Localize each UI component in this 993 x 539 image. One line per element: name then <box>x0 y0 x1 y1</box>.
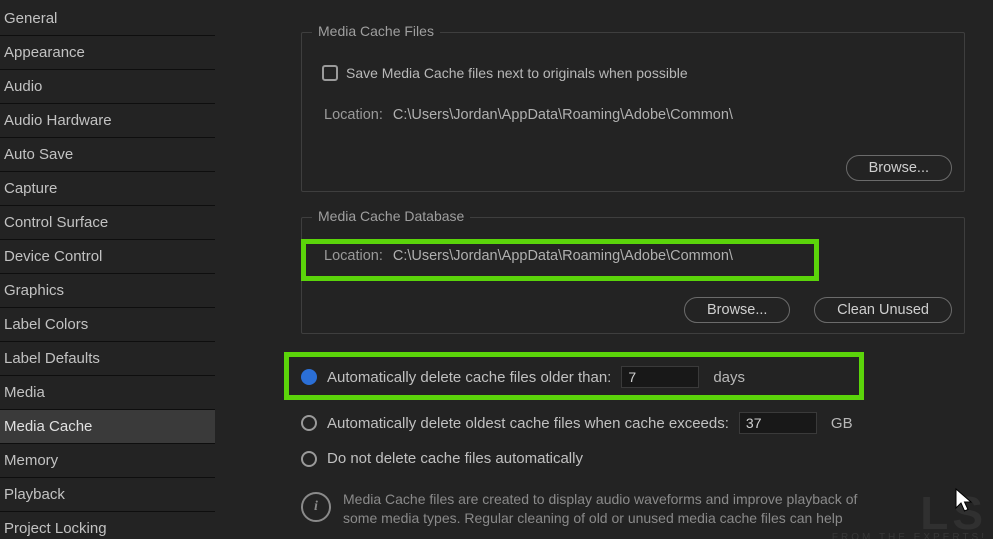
preferences-sidebar: GeneralAppearanceAudioAudio HardwareAuto… <box>0 0 215 539</box>
exceeds-gb-input[interactable] <box>739 412 817 434</box>
radio-unselected-icon[interactable] <box>301 451 317 467</box>
sidebar-item-appearance[interactable]: Appearance <box>0 36 215 69</box>
older-than-days-input[interactable] <box>621 366 699 388</box>
sidebar-item-label-defaults[interactable]: Label Defaults <box>0 342 215 375</box>
sidebar-item-playback[interactable]: Playback <box>0 478 215 511</box>
auto-delete-exceeds-label: Automatically delete oldest cache files … <box>327 415 729 432</box>
do-not-delete-row[interactable]: Do not delete cache files automatically <box>301 450 583 467</box>
radio-unselected-icon[interactable] <box>301 415 317 431</box>
sidebar-item-memory[interactable]: Memory <box>0 444 215 477</box>
sidebar-item-general[interactable]: General <box>0 2 215 35</box>
browse-media-cache-db-button[interactable]: Browse... <box>684 297 790 323</box>
sidebar-item-device-control[interactable]: Device Control <box>0 240 215 273</box>
cursor-icon <box>955 488 973 514</box>
clean-unused-button[interactable]: Clean Unused <box>814 297 952 323</box>
exceeds-unit: GB <box>831 415 853 432</box>
info-line: some media types. Regular cleaning of ol… <box>343 510 843 526</box>
info-icon: i <box>301 492 331 522</box>
sidebar-item-control-surface[interactable]: Control Surface <box>0 206 215 239</box>
info-text: Media Cache files are created to display… <box>343 490 857 528</box>
info-line: Media Cache files are created to display… <box>343 491 857 507</box>
auto-delete-exceeds-row[interactable]: Automatically delete oldest cache files … <box>301 412 853 434</box>
sidebar-item-graphics[interactable]: Graphics <box>0 274 215 307</box>
sidebar-item-audio-hardware[interactable]: Audio Hardware <box>0 104 215 137</box>
media-cache-db-location-row: Location: C:\Users\Jordan\AppData\Roamin… <box>324 248 733 264</box>
sidebar-item-media-cache[interactable]: Media Cache <box>0 410 215 443</box>
location-label: Location: <box>324 248 383 264</box>
media-cache-database-title: Media Cache Database <box>312 208 470 224</box>
sidebar-item-project-locking[interactable]: Project Locking <box>0 512 215 539</box>
older-than-unit: days <box>713 369 745 386</box>
media-cache-db-location-path: C:\Users\Jordan\AppData\Roaming\Adobe\Co… <box>393 248 733 264</box>
browse-media-cache-files-button[interactable]: Browse... <box>846 155 952 181</box>
media-cache-database-group: Media Cache Database Location: C:\Users\… <box>301 217 965 334</box>
do-not-delete-label: Do not delete cache files automatically <box>327 450 583 467</box>
location-label: Location: <box>324 107 383 123</box>
media-cache-files-location-row: Location: C:\Users\Jordan\AppData\Roamin… <box>324 107 733 123</box>
save-next-to-originals-row[interactable]: Save Media Cache files next to originals… <box>322 65 688 81</box>
sidebar-item-auto-save[interactable]: Auto Save <box>0 138 215 171</box>
auto-delete-older-than-label: Automatically delete cache files older t… <box>327 369 611 386</box>
auto-delete-older-than-row[interactable]: Automatically delete cache files older t… <box>301 366 745 388</box>
sidebar-item-label-colors[interactable]: Label Colors <box>0 308 215 341</box>
media-cache-files-location-path: C:\Users\Jordan\AppData\Roaming\Adobe\Co… <box>393 107 733 123</box>
save-next-to-originals-label: Save Media Cache files next to originals… <box>346 65 688 81</box>
sidebar-item-media[interactable]: Media <box>0 376 215 409</box>
preferences-panel-media-cache: Media Cache Files Save Media Cache files… <box>215 0 993 539</box>
sidebar-item-capture[interactable]: Capture <box>0 172 215 205</box>
info-row: i Media Cache files are created to displ… <box>301 490 857 528</box>
sidebar-item-audio[interactable]: Audio <box>0 70 215 103</box>
watermark-small: FROM THE EXPERTS! <box>832 532 987 539</box>
checkbox-icon[interactable] <box>322 65 338 81</box>
radio-selected-icon[interactable] <box>301 369 317 385</box>
media-cache-files-group: Media Cache Files Save Media Cache files… <box>301 32 965 192</box>
media-cache-files-title: Media Cache Files <box>312 23 440 39</box>
